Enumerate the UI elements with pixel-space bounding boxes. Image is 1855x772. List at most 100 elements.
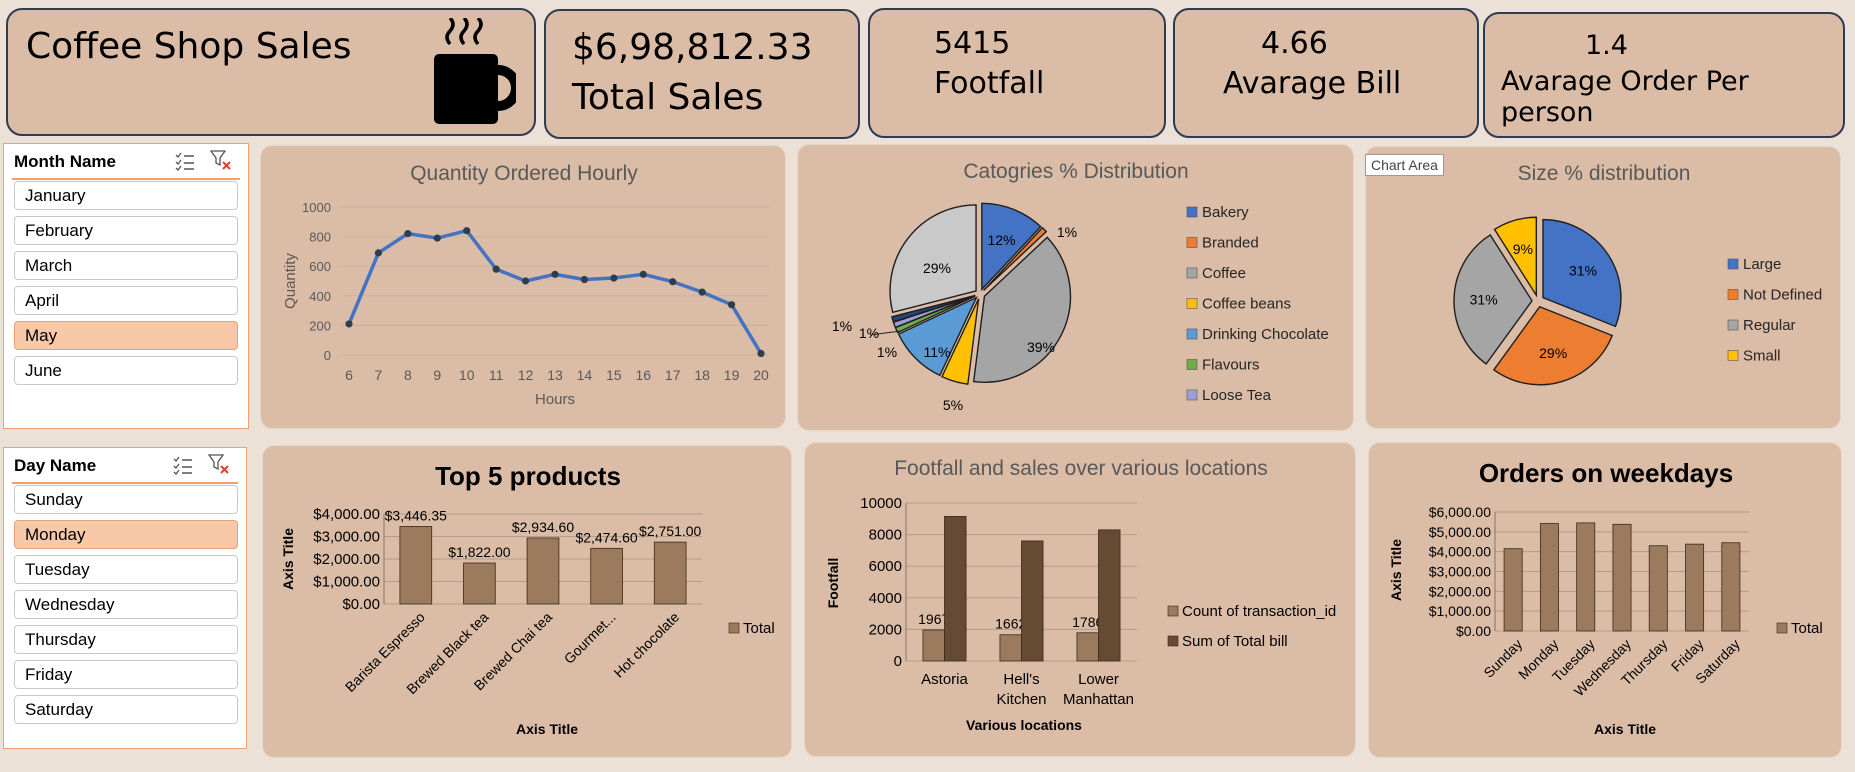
legend-label: Count of transaction_id (1182, 603, 1336, 620)
slicer-item-january[interactable]: January (14, 181, 238, 210)
multi-select-icon[interactable] (172, 455, 194, 475)
coffee-mug-icon (434, 18, 516, 124)
y-axis-title: Quantity (282, 253, 299, 309)
pie-slice (889, 204, 977, 314)
y-tick-label: $3,000.00 (313, 529, 380, 546)
average-bill-label: Avarage Bill (1223, 66, 1402, 101)
data-point (521, 277, 530, 285)
data-label: 31% (1470, 291, 1498, 307)
slicer-item-march[interactable]: March (14, 251, 238, 280)
x-tick-label: 9 (433, 367, 441, 383)
slicer-item-sunday[interactable]: Sunday (14, 485, 238, 514)
legend-swatch (1727, 350, 1739, 361)
x-axis-title: Hours (535, 391, 575, 408)
chart-panel-top5[interactable]: Top 5 products $0.00 $1,000.00 $2,000.00 $3,… (262, 445, 792, 758)
slicer-item-june[interactable]: June (14, 356, 238, 385)
data-label: 1% (832, 318, 852, 334)
x-axis-title: Axis Title (516, 721, 578, 737)
bar (1721, 542, 1741, 632)
data-point (492, 265, 500, 273)
bar (399, 526, 433, 605)
x-axis-title: Axis Title (1594, 721, 1656, 737)
x-tick-label: Astoria (921, 671, 968, 688)
bar (1539, 523, 1559, 632)
legend-label: Not Defined (1743, 287, 1822, 304)
clear-filter-icon[interactable] (208, 454, 232, 476)
hourly-line-chart: Quantity Ordered Hourly 0 200 400 600 800 1000… (282, 162, 769, 408)
average-bill-value: 4.66 (1261, 26, 1328, 61)
chart-panel-categories[interactable]: Catogries % Distribution 12% 1% 39% 5% 11% 1% 1… (797, 144, 1354, 431)
x-tick-label: 13 (547, 367, 563, 383)
y-axis-title: Axis Title (280, 528, 296, 590)
kpi-card-total-sales: $6,98,812.33 Total Sales (544, 9, 860, 139)
slicer-item-saturday[interactable]: Saturday (14, 695, 238, 724)
x-tick-label: 11 (489, 367, 504, 383)
data-label: $3,446.35 (385, 507, 447, 523)
data-point (639, 270, 647, 278)
chart-title: Catogries % Distribution (963, 160, 1188, 183)
bar (1648, 545, 1668, 632)
slicer-item-tuesday[interactable]: Tuesday (14, 555, 238, 584)
bar (590, 547, 623, 605)
average-order-value: 1.4 (1585, 30, 1628, 61)
legend-swatch (1186, 206, 1198, 218)
bar (1612, 523, 1632, 632)
slicer-item-wednesday[interactable]: Wednesday (14, 590, 238, 619)
data-point (551, 270, 559, 278)
slicer-item-april[interactable]: April (14, 286, 238, 315)
locations-bar-chart: Footfall and sales over various location… (825, 457, 1336, 733)
weekdays-bar-chart: Orders on weekdays $0.00 $1,000.00 $2,000.0… (1388, 458, 1823, 737)
legend-swatch (1186, 237, 1198, 248)
chart-panel-weekdays[interactable]: Orders on weekdays $0.00 $1,000.00 $2,000.0… (1368, 442, 1842, 758)
legend-swatch (1186, 267, 1198, 279)
chart-title: Quantity Ordered Hourly (410, 162, 638, 185)
legend-swatch (1727, 319, 1739, 331)
data-point (345, 320, 353, 328)
legend-swatch (1727, 258, 1739, 270)
month-slicer-header: Month Name (14, 152, 116, 171)
chart-panel-locations[interactable]: Footfall and sales over various location… (804, 442, 1356, 757)
data-point (404, 230, 412, 238)
legend-label: Small (1743, 348, 1781, 365)
slicer-divider (12, 482, 238, 484)
legend-swatch (728, 622, 740, 634)
data-label: $2,934.60 (512, 519, 574, 535)
total-sales-label: Total Sales (572, 77, 764, 118)
slicer-item-friday[interactable]: Friday (14, 660, 238, 689)
x-tick-label: 15 (606, 367, 622, 383)
chart-area-tooltip: Chart Area (1365, 154, 1444, 176)
slicer-item-february[interactable]: February (14, 216, 238, 245)
data-label: 29% (923, 260, 951, 276)
multi-select-icon[interactable] (174, 151, 196, 171)
dashboard-title: Coffee Shop Sales (26, 26, 352, 67)
bar (1685, 543, 1705, 632)
data-point (463, 227, 471, 235)
x-tick-label: 17 (665, 367, 681, 383)
y-tick-label: $1,000.00 (1429, 603, 1491, 619)
data-point (698, 288, 706, 296)
chart-panel-sizes[interactable]: Size % distribution 31% 29% 31% 9% Large Not D… (1365, 146, 1841, 429)
slicer-divider (12, 178, 240, 180)
average-order-label: Avarage Order Per person (1501, 66, 1749, 128)
y-tick-label: 2000 (869, 621, 902, 638)
chart-panel-hourly[interactable]: Quantity Ordered Hourly 0 200 400 600 800 1000… (260, 145, 786, 429)
x-tick-label: 14 (577, 367, 593, 383)
slicer-item-may[interactable]: May (14, 321, 238, 350)
legend-label: Regular (1743, 317, 1796, 334)
footfall-label: Footfall (934, 66, 1045, 101)
chart-title: Footfall and sales over various location… (894, 457, 1268, 480)
clear-filter-icon[interactable] (210, 150, 234, 172)
x-tick-label: 8 (404, 367, 412, 383)
y-tick-label: $2,000.00 (1429, 583, 1491, 599)
slicer-item-monday[interactable]: Monday (14, 520, 238, 549)
x-tick-label: 16 (635, 367, 651, 383)
y-tick-label: $0.00 (1456, 623, 1491, 639)
x-tick-label: 7 (375, 367, 383, 383)
x-tick-label: Hell's Kitchen (996, 671, 1046, 708)
data-label: 1% (1057, 224, 1077, 240)
slicer-item-thursday[interactable]: Thursday (14, 625, 238, 654)
y-tick-label: $1,000.00 (313, 574, 380, 591)
total-sales-value: $6,98,812.33 (572, 27, 813, 68)
day-slicer: Day Name Sunday Monday Tuesday Wednesday Thu… (3, 447, 247, 749)
data-point (727, 301, 736, 309)
